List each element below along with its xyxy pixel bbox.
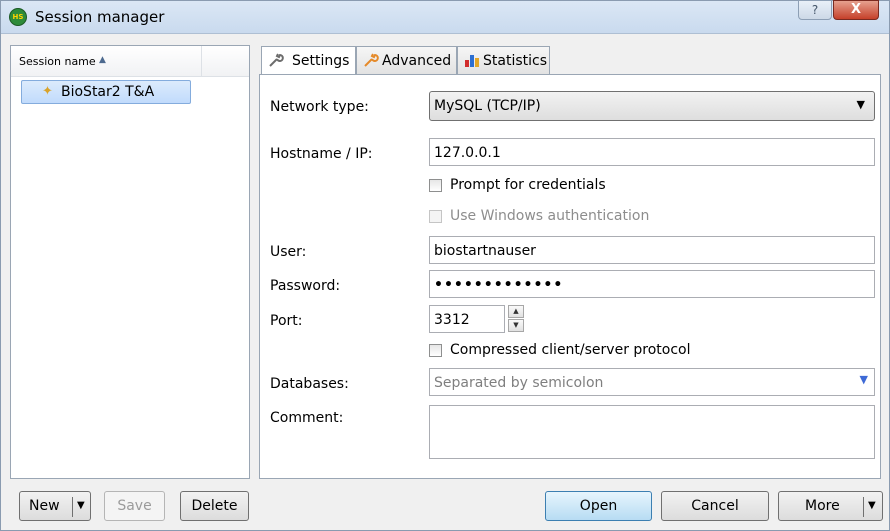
tab-advanced-label: Advanced [382,53,452,69]
comment-textarea[interactable] [429,405,875,459]
delete-button[interactable]: Delete [180,491,249,521]
session-list-header: Session name ▲ [11,46,249,77]
prompt-credentials-checkbox[interactable] [429,179,442,192]
password-label: Password: [270,278,341,294]
bar-chart-icon [465,55,479,67]
port-increment-button[interactable]: ▲ [508,305,524,318]
tab-advanced[interactable]: Advanced [356,46,457,74]
session-item-label: BioStar2 T&A [61,84,155,100]
chevron-down-icon: ▼ [856,98,865,111]
network-type-select[interactable]: MySQL (TCP/IP) ▼ [429,91,875,121]
session-item-biostar2[interactable]: ✦ BioStar2 T&A [21,80,191,104]
wrench-icon [269,53,284,67]
port-stepper[interactable]: ▲ ▼ [508,305,524,333]
sort-ascending-icon: ▲ [99,55,106,65]
network-type-label: Network type: [270,99,369,115]
new-split-divider [72,497,73,517]
tab-settings-label: Settings [292,53,350,69]
chevron-down-icon[interactable]: ▼ [868,492,876,520]
compressed-protocol-checkbox[interactable] [429,344,442,357]
new-button-label: New [29,498,60,514]
compressed-protocol-label: Compressed client/server protocol [450,342,691,358]
session-name-column-label: Session name [19,55,96,68]
port-input[interactable]: 3312 [429,305,505,333]
comment-label: Comment: [270,410,344,426]
tab-settings[interactable]: Settings [261,46,356,76]
tab-statistics[interactable]: Statistics [457,46,550,74]
app-logo-icon: HS [9,8,27,26]
password-input[interactable]: ••••••••••••• [429,270,875,298]
port-label: Port: [270,313,303,329]
databases-placeholder: Separated by semicolon [434,375,604,391]
hostname-input[interactable]: 127.0.0.1 [429,138,875,166]
network-type-value: MySQL (TCP/IP) [434,98,541,114]
session-manager-window: HS Session manager ? X Session name ▲ ✦ … [0,0,890,531]
title-bar[interactable]: HS Session manager ? X [1,0,889,34]
user-label: User: [270,244,307,260]
close-button[interactable]: X [833,0,879,20]
prompt-credentials-label: Prompt for credentials [450,177,606,193]
open-button[interactable]: Open [545,491,652,521]
more-split-divider [863,497,864,517]
new-button[interactable]: New ▼ [19,491,91,521]
chevron-down-icon[interactable]: ▼ [860,373,868,386]
more-button[interactable]: More ▼ [778,491,883,521]
save-button[interactable]: Save [104,491,165,521]
chevron-down-icon[interactable]: ▼ [77,492,85,520]
windows-auth-checkbox [429,210,442,223]
databases-label: Databases: [270,376,349,392]
help-button[interactable]: ? [798,0,832,20]
user-input[interactable]: biostartnauser [429,236,875,264]
hostname-label: Hostname / IP: [270,146,373,162]
session-name-column-header[interactable]: Session name ▲ [11,46,202,76]
window-title: Session manager [35,8,165,26]
tab-statistics-label: Statistics [483,53,547,69]
session-wrench-icon: ✦ [42,84,53,99]
more-button-label: More [805,498,840,514]
windows-auth-label: Use Windows authentication [450,208,650,224]
cancel-button[interactable]: Cancel [661,491,769,521]
databases-input[interactable]: Separated by semicolon ▼ [429,368,875,396]
settings-panel: Network type: MySQL (TCP/IP) ▼ Hostname … [259,74,881,479]
port-decrement-button[interactable]: ▼ [508,319,524,332]
wrench-orange-icon [364,53,379,67]
session-list[interactable]: Session name ▲ ✦ BioStar2 T&A [10,45,250,479]
